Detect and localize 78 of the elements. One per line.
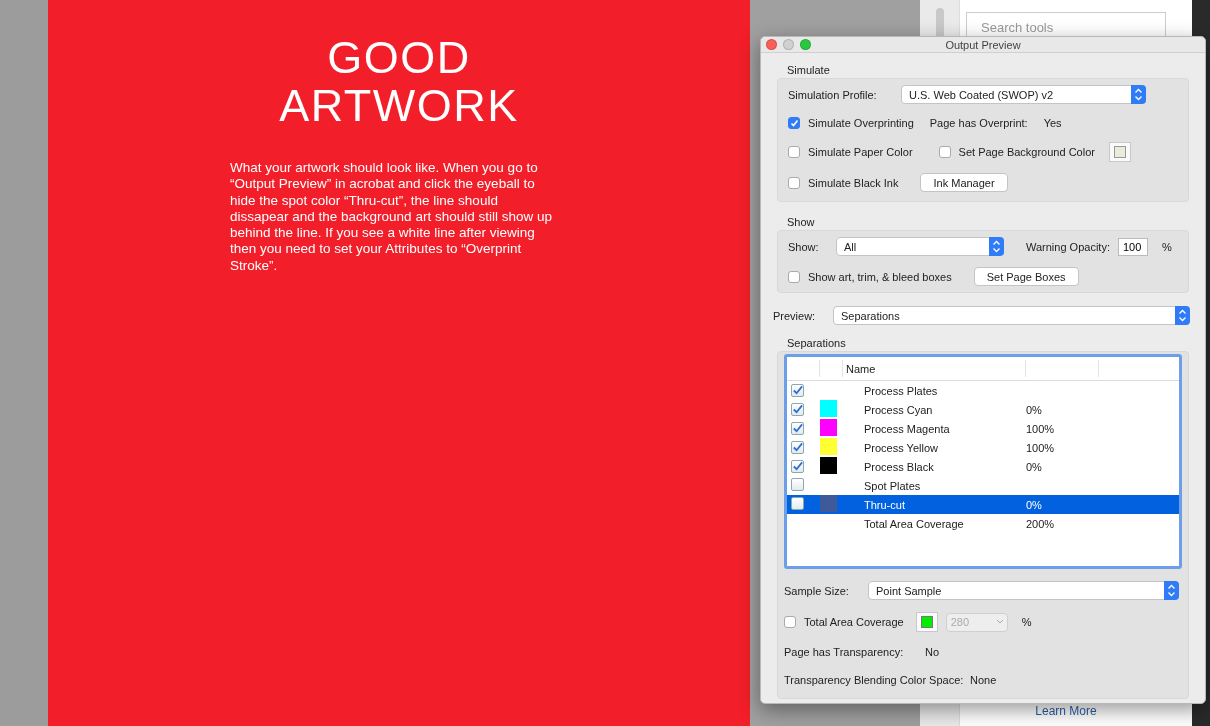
color-well[interactable] <box>915 612 938 632</box>
plate-name: Thru-cut <box>863 498 906 511</box>
set-page-boxes-button[interactable]: Set Page Boxes <box>973 267 1079 286</box>
separation-row[interactable]: Thru-cut 0% <box>787 495 1179 514</box>
checkbox[interactable] <box>791 497 804 510</box>
checkbox-label: Set Page Background Color <box>958 146 1095 158</box>
stepper-icon <box>1131 85 1146 104</box>
separation-row[interactable]: Process Cyan 0% <box>787 400 1179 419</box>
checkbox-label: Simulate Paper Color <box>808 146 913 158</box>
checkbox-label: Simulate Overprinting <box>808 117 914 129</box>
section-heading: Separations <box>786 337 847 349</box>
field-value: None <box>970 674 997 686</box>
separation-row[interactable]: Process Black 0% <box>787 457 1179 476</box>
zoom-button[interactable] <box>800 39 811 50</box>
section-heading: Show <box>786 216 816 228</box>
minimize-button[interactable] <box>783 39 794 50</box>
artwork-description: What your artwork should look like. When you go to “Output Preview” in acrobat and click the eyeball to hide the spot color “Thru-cut”, the line should dissapear and the background art should still show up behind the line. If you see a white line after viewing then you need to set your Attributes to “Overprint Stroke”. <box>230 160 552 275</box>
learn-more-link[interactable]: Learn More <box>1035 704 1097 718</box>
checkbox[interactable] <box>788 117 800 129</box>
plate-name: Process Black <box>863 460 935 473</box>
artwork-title: ARTWORK <box>279 82 519 130</box>
profile-select[interactable]: U.S. Web Coated (SWOP) v2 <box>901 85 1146 104</box>
field-label: Page has Transparency: <box>784 646 905 658</box>
sample-size-select[interactable]: Point Sample <box>868 581 1179 600</box>
preview-select[interactable]: Separations <box>833 306 1190 325</box>
coverage-value: 100% <box>1026 441 1055 454</box>
coverage-value: 0% <box>1026 403 1042 416</box>
plate-name: Process Cyan <box>863 403 934 416</box>
section-heading: Simulate <box>786 64 831 76</box>
separation-row[interactable]: Process Magenta 100% <box>787 419 1179 438</box>
checkbox[interactable] <box>791 440 804 454</box>
show-select[interactable]: All <box>836 237 1004 256</box>
field-label: Preview: <box>773 309 817 322</box>
stepper-icon <box>989 237 1004 256</box>
checkbox[interactable] <box>938 146 951 158</box>
plate-name: Spot Plates <box>863 479 922 492</box>
checkbox[interactable] <box>788 176 800 189</box>
separation-row[interactable]: Process Plates <box>787 381 1179 400</box>
coverage-value: 0% <box>1026 460 1042 473</box>
plate-name: Process Magenta <box>863 422 951 435</box>
field-label: Simulation Profile: <box>788 88 878 101</box>
checkbox[interactable] <box>791 383 804 397</box>
column-header[interactable]: Name <box>843 360 1026 377</box>
field-value: No <box>925 646 940 658</box>
opacity-field[interactable]: 100 <box>1117 237 1148 256</box>
separation-row[interactable]: Total Area Coverage 200% <box>787 514 1179 533</box>
stepper-icon <box>1175 306 1190 325</box>
separation-row[interactable]: Spot Plates <box>787 476 1179 495</box>
coverage-value: 200% <box>1026 517 1055 530</box>
checkbox[interactable] <box>791 459 804 473</box>
percent-label: % <box>1161 240 1172 253</box>
color-well[interactable] <box>1108 142 1131 162</box>
checkbox[interactable] <box>784 616 796 628</box>
checkbox[interactable] <box>788 146 800 158</box>
stepper-icon <box>1164 581 1179 600</box>
percent-label: % <box>1021 616 1032 628</box>
checkbox[interactable] <box>791 421 804 435</box>
checkbox[interactable] <box>788 270 800 283</box>
checkbox[interactable] <box>791 402 804 416</box>
plate-name: Process Plates <box>863 384 939 397</box>
checkbox-label: Total Area Coverage <box>804 616 904 628</box>
plate-name: Process Yellow <box>863 441 939 454</box>
checkbox-label: Show art, trim, & bleed boxes <box>808 270 952 283</box>
field-label: Warning Opacity: <box>1026 240 1110 253</box>
ink-manager-button[interactable]: Ink Manager <box>920 173 1008 192</box>
field-label: Transparency Blending Color Space: <box>784 674 962 686</box>
field-label: Show: <box>788 240 820 253</box>
field-value: Yes <box>1043 117 1062 129</box>
field-label: Sample Size: <box>784 584 850 597</box>
field-label: Page has Overprint: <box>929 117 1028 129</box>
separation-row[interactable]: Process Yellow 100% <box>787 438 1179 457</box>
coverage-value: 100% <box>1026 422 1055 435</box>
close-button[interactable] <box>766 39 777 50</box>
artwork-title: GOOD <box>327 34 471 82</box>
checkbox-label: Simulate Black Ink <box>808 176 899 189</box>
coverage-value: 0% <box>1026 498 1042 511</box>
checkbox[interactable] <box>791 478 804 491</box>
plate-name: Total Area Coverage <box>863 517 965 530</box>
